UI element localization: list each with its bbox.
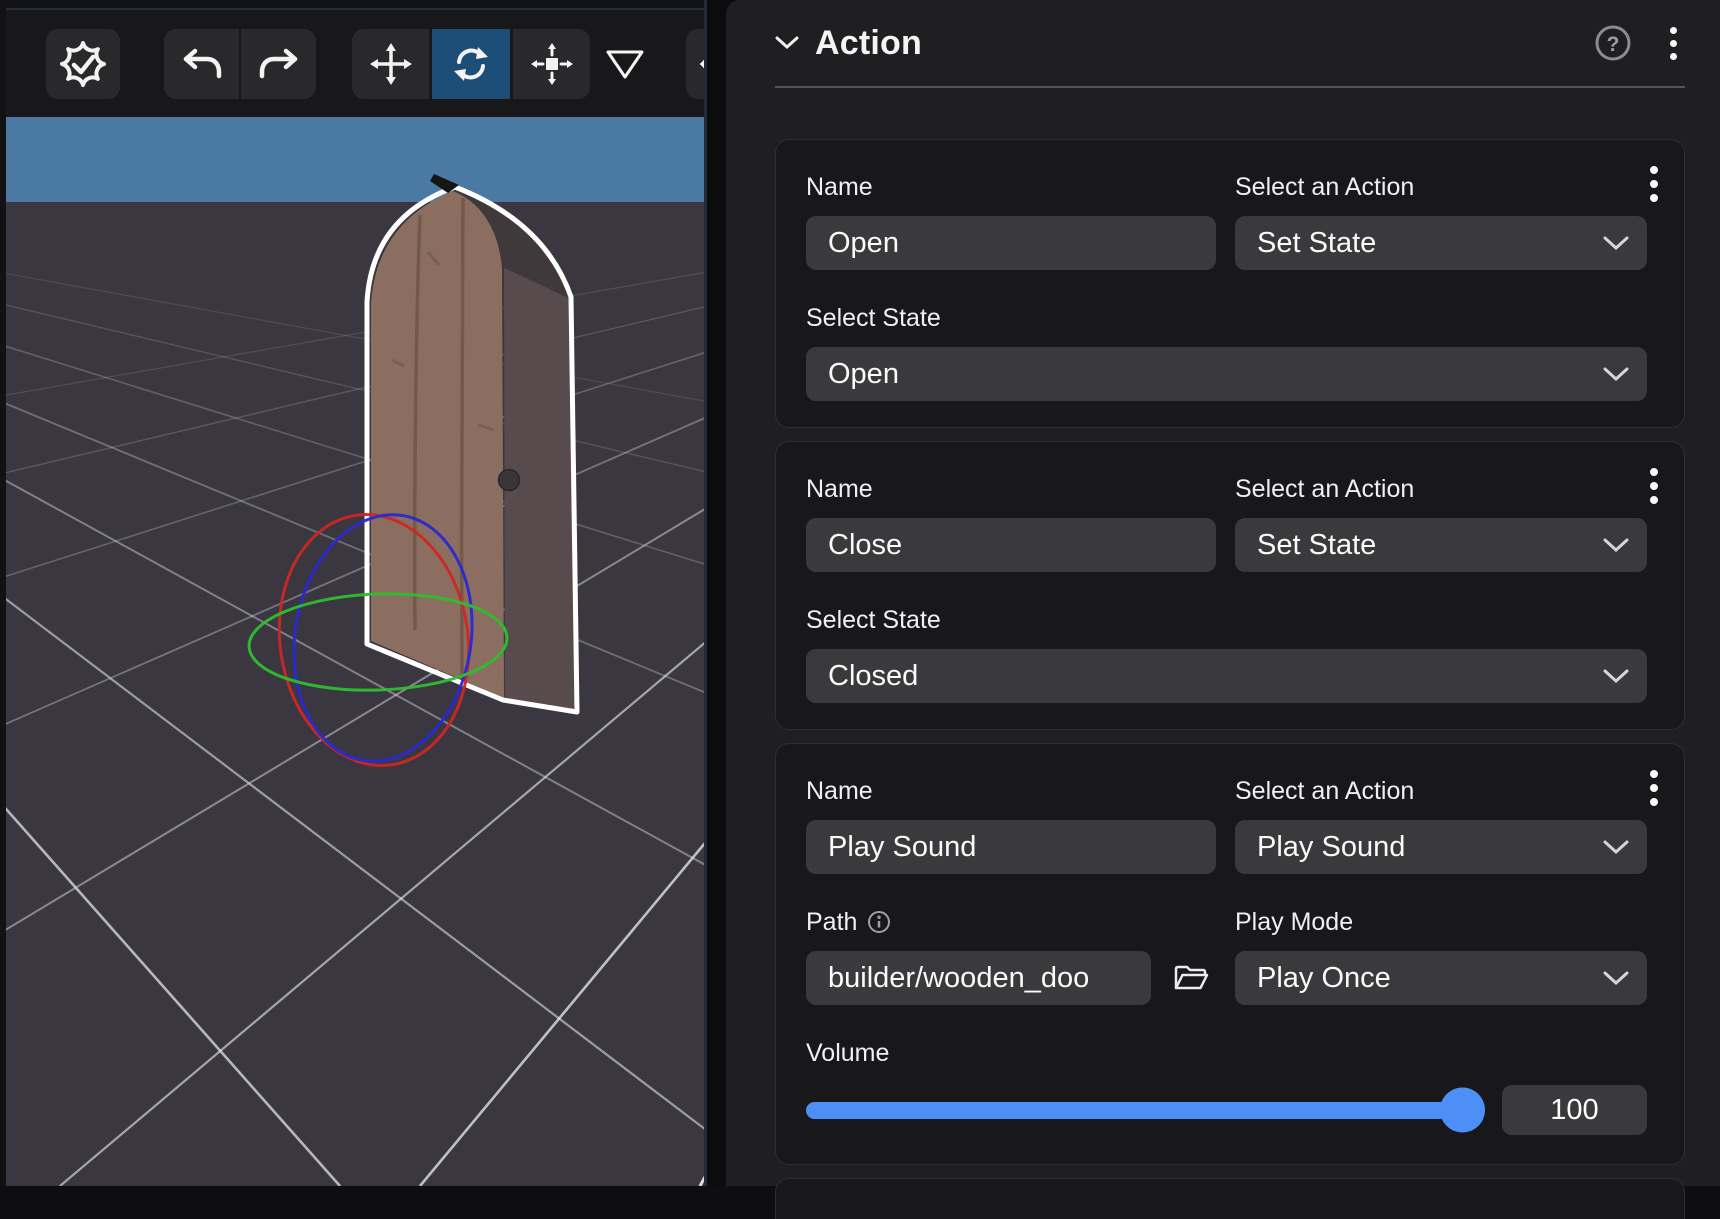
move-tool-button[interactable] [352, 29, 429, 99]
volume-value[interactable]: 100 [1502, 1085, 1647, 1135]
card-menu-kebab-icon[interactable] [1642, 164, 1666, 204]
action-label: Select an Action [1235, 776, 1647, 806]
triangle-dropdown-icon [605, 48, 645, 80]
name-input[interactable]: Close [806, 518, 1216, 572]
gizmo-space-toggle[interactable] [603, 29, 647, 99]
script-button[interactable] [686, 29, 704, 99]
name-input[interactable]: Play Sound [806, 820, 1216, 874]
browse-file-button[interactable] [1173, 963, 1209, 993]
name-label: Name [806, 776, 1216, 806]
move-tool-icon [369, 42, 413, 86]
viewport-toolbar [0, 0, 704, 117]
volume-slider[interactable] [806, 1102, 1483, 1119]
chevron-down-icon [1603, 236, 1629, 250]
card-menu-kebab-icon[interactable] [1642, 466, 1666, 506]
card-menu-kebab-icon[interactable] [1642, 768, 1666, 808]
panel-menu-kebab-icon[interactable] [1661, 23, 1685, 63]
viewport-left-edge [0, 0, 6, 1186]
play-mode-label: Play Mode [1235, 907, 1647, 937]
sound-path-input[interactable]: builder/wooden_doo [806, 951, 1151, 1005]
help-button[interactable]: ? [1593, 23, 1633, 63]
rotate-tool-icon [449, 42, 493, 86]
redo-button[interactable] [241, 29, 316, 99]
state-select[interactable]: Closed [806, 649, 1647, 703]
undo-button[interactable] [164, 29, 239, 99]
panel-title: Action [815, 24, 922, 63]
state-select[interactable]: Open [806, 347, 1647, 401]
toolbar-top-strip [0, 0, 704, 10]
chevron-down-icon [1603, 538, 1629, 552]
script-icon [694, 42, 704, 86]
chevron-down-icon [1603, 669, 1629, 683]
help-icon: ? [1593, 23, 1633, 63]
chevron-down-icon [1603, 367, 1629, 381]
volume-label: Volume [806, 1038, 1647, 1068]
chevron-down-icon [1603, 971, 1629, 985]
action-card-partial [775, 1178, 1685, 1219]
volume-slider-thumb[interactable] [1440, 1088, 1485, 1133]
path-label: Path [806, 907, 1216, 937]
scale-tool-icon [530, 42, 574, 86]
sky [6, 117, 704, 202]
panel-header: Action ? [775, 0, 1685, 88]
action-select[interactable]: Play Sound [1235, 820, 1647, 874]
scale-tool-button[interactable] [513, 29, 590, 99]
folder-open-icon [1173, 963, 1209, 993]
action-panel: Action ? Name Open Select an Action Set … [726, 0, 1720, 1186]
badge-check-icon [57, 38, 109, 90]
action-select[interactable]: Set State [1235, 518, 1647, 572]
svg-text:?: ? [1607, 33, 1620, 56]
volume-slider-fill [806, 1102, 1483, 1119]
action-card-close: Name Close Select an Action Set State Se… [775, 441, 1685, 730]
state-label: Select State [806, 303, 1647, 333]
undo-icon [180, 42, 224, 86]
play-mode-select[interactable]: Play Once [1235, 951, 1647, 1005]
badge-check-button[interactable] [46, 29, 120, 99]
action-card-play-sound: Name Play Sound Select an Action Play So… [775, 743, 1685, 1165]
name-label: Name [806, 172, 1216, 202]
ground [6, 202, 704, 1186]
action-label: Select an Action [1235, 474, 1647, 504]
name-label: Name [806, 474, 1216, 504]
action-select[interactable]: Set State [1235, 216, 1647, 270]
state-label: Select State [806, 605, 1647, 635]
scene-canvas[interactable] [0, 0, 704, 1186]
chevron-down-icon [1603, 840, 1629, 854]
redo-icon [257, 42, 301, 86]
action-card-open: Name Open Select an Action Set State Sel… [775, 139, 1685, 428]
door-knob [499, 470, 520, 491]
3d-viewport[interactable] [0, 0, 704, 1186]
action-label: Select an Action [1235, 172, 1647, 202]
info-icon[interactable] [867, 910, 891, 934]
chevron-down-icon[interactable] [775, 36, 799, 50]
rotate-tool-button[interactable] [432, 29, 510, 99]
name-input[interactable]: Open [806, 216, 1216, 270]
